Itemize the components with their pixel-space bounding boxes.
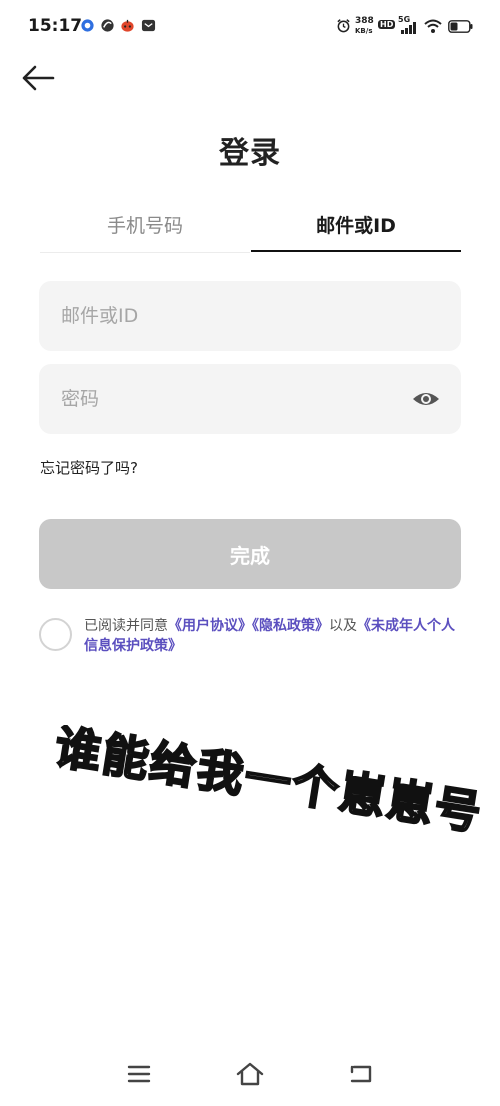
agreement-checkbox[interactable] (39, 618, 72, 651)
status-time: 15:17 (28, 16, 83, 36)
message-icon (141, 19, 156, 32)
net-speed: 388 (355, 16, 374, 26)
status-bar: 15:17 388 KB/s HD 5G (0, 0, 500, 56)
back-arrow-icon (22, 65, 55, 91)
email-field-container (39, 281, 461, 351)
privacy-policy-link[interactable]: 《隐私政策》 (252, 618, 329, 634)
home-icon (236, 1062, 264, 1086)
tab-phone-number[interactable]: 手机号码 (40, 206, 250, 252)
return-icon (350, 1065, 372, 1083)
agreement-text: 已阅读并同意《用户协议》《隐私政策》以及《未成年人个人信息保护政策》 (84, 616, 464, 656)
eye-icon (413, 393, 439, 405)
login-tabs: 手机号码 邮件或ID (40, 206, 461, 254)
back-button[interactable] (18, 60, 58, 96)
menu-icon (127, 1065, 151, 1083)
agreement-prefix: 已阅读并同意 (84, 618, 168, 634)
app-circle-icon (81, 19, 94, 32)
page-title: 登录 (219, 136, 281, 171)
nav-return-button[interactable] (346, 1060, 376, 1088)
nav-menu-button[interactable] (124, 1060, 154, 1088)
tab-active-indicator (251, 250, 461, 252)
email-input[interactable] (39, 281, 379, 351)
alarm-icon (337, 19, 350, 33)
forgot-password-link[interactable]: 忘记密码了吗? (40, 457, 138, 478)
toggle-password-visibility-button[interactable] (411, 386, 441, 412)
agreement-and: 以及 (329, 618, 357, 634)
battery-icon (448, 20, 473, 33)
hd-badge: HD (378, 20, 396, 29)
user-agreement-link[interactable]: 《用户协议》 (168, 618, 252, 634)
submit-button[interactable]: 完成 (39, 519, 461, 589)
handwritten-overlay: 谁能给我一个崽崽号 (50, 725, 480, 842)
net-speed-unit: KB/s (355, 27, 373, 35)
nav-home-button[interactable] (235, 1060, 265, 1088)
overlay-text: 谁能给我一个崽崽号 (51, 725, 480, 840)
password-field-container (39, 364, 461, 434)
password-input[interactable] (39, 364, 379, 434)
signal-icon (401, 22, 416, 34)
tab-divider (40, 252, 250, 253)
app-swirl-icon (101, 19, 114, 32)
app-ladybug-icon (121, 19, 134, 32)
tab-email-or-id[interactable]: 邮件或ID (251, 206, 461, 252)
wifi-icon (424, 19, 442, 33)
